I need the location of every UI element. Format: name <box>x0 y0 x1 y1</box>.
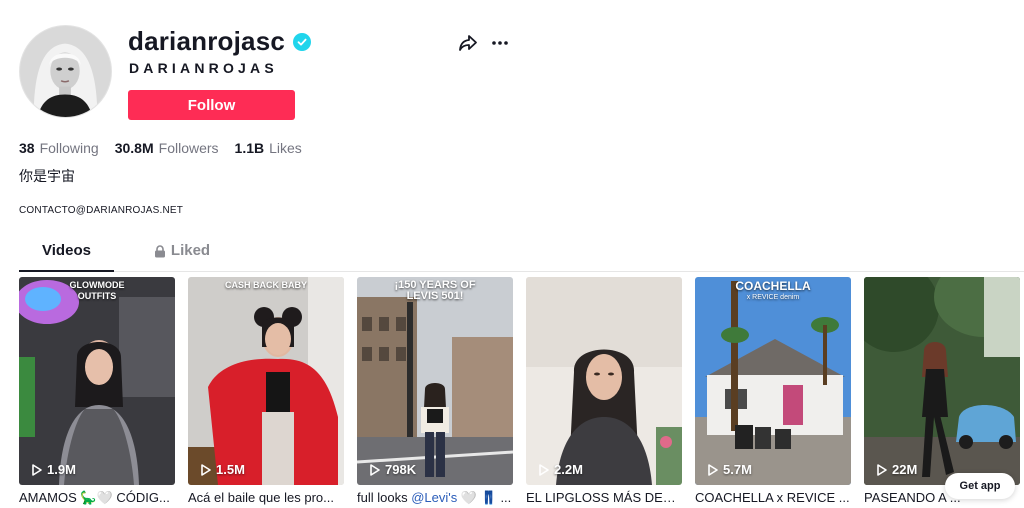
view-count: 2.2M <box>539 462 583 477</box>
video-thumbnail[interactable]: COACHELLA x REVICE denim 5.7M <box>695 277 851 485</box>
active-tab-indicator <box>19 270 114 272</box>
play-icon <box>708 463 718 476</box>
video-thumbnail[interactable]: CASH BACK BABY 1.5M <box>188 277 344 485</box>
video-overlay-text: COACHELLA x REVICE denim <box>735 279 811 301</box>
tab-liked[interactable]: Liked <box>137 242 227 272</box>
video-thumbnail[interactable]: 22M <box>864 277 1020 485</box>
view-count: 1.9M <box>32 462 76 477</box>
video-card[interactable]: ¡150 YEARS OF LEVIS 501! 798K full looks… <box>357 277 513 506</box>
stat-following[interactable]: 38 Following <box>19 140 99 156</box>
tab-label: Videos <box>42 242 91 259</box>
stat-label: Likes <box>269 140 302 156</box>
view-count: 1.5M <box>201 462 245 477</box>
play-icon <box>370 463 380 476</box>
avatar[interactable] <box>19 25 112 118</box>
video-thumbnail[interactable]: 2.2M <box>526 277 682 485</box>
username: darianrojasc <box>128 26 286 56</box>
view-count: 22M <box>877 462 917 477</box>
stat-value: 1.1B <box>234 140 265 156</box>
view-count: 798K <box>370 462 416 477</box>
video-card[interactable]: 22M PASEANDO A ... <box>864 277 1020 505</box>
video-caption[interactable]: AMAMOS 🦕🤍 CÓDIG... <box>19 490 175 506</box>
tab-label: Liked <box>170 242 211 259</box>
stat-value: 30.8M <box>114 140 154 156</box>
view-count: 5.7M <box>708 462 752 477</box>
tab-videos[interactable]: Videos <box>19 242 114 272</box>
stat-value: 38 <box>19 140 35 156</box>
nickname: DARIANROJAS <box>129 60 278 76</box>
video-caption[interactable]: full looks @Levi's 🤍 👖 ... <box>357 490 513 506</box>
play-icon <box>32 463 42 476</box>
mention-link[interactable]: @Levi's <box>411 490 457 505</box>
video-overlay-text: CASH BACK BABY <box>224 280 307 290</box>
stat-likes: 1.1B Likes <box>235 140 302 156</box>
video-caption[interactable]: EL LIPGLOSS MÁS DELI ... <box>526 490 682 505</box>
stat-label: Followers <box>158 140 219 156</box>
profile-tabs: Videos Liked <box>19 242 1024 272</box>
bio-text: 你是宇宙 <box>19 168 75 184</box>
video-card[interactable]: GLOWMODE OUTFITS 1.9M AMAMOS 🦕🤍 CÓDIG... <box>19 277 175 506</box>
video-card[interactable]: CASH BACK BABY 1.5M Acá el baile que les… <box>188 277 344 505</box>
stat-label: Following <box>39 140 99 156</box>
verified-badge-icon <box>293 32 312 51</box>
share-icon[interactable] <box>458 33 478 53</box>
video-card[interactable]: COACHELLA x REVICE denim 5.7M COACHELLA … <box>695 277 851 505</box>
play-icon <box>201 463 211 476</box>
video-thumbnail[interactable]: ¡150 YEARS OF LEVIS 501! 798K <box>357 277 513 485</box>
get-app-button[interactable]: Get app <box>945 473 1015 499</box>
video-overlay-text: GLOWMODE OUTFITS <box>69 280 125 301</box>
video-overlay-text: ¡150 YEARS OF LEVIS 501! <box>394 279 476 302</box>
video-caption[interactable]: Acá el baile que les pro... <box>188 490 344 505</box>
more-options-icon[interactable] <box>490 33 510 53</box>
play-icon <box>539 463 549 476</box>
profile-stats: 38 Following 30.8M Followers 1.1B Likes <box>19 140 302 156</box>
play-icon <box>877 463 887 476</box>
video-caption[interactable]: COACHELLA x REVICE ... <box>695 490 851 505</box>
video-card[interactable]: 2.2M EL LIPGLOSS MÁS DELI ... <box>526 277 682 505</box>
lock-icon <box>154 242 166 262</box>
video-thumbnail[interactable]: GLOWMODE OUTFITS 1.9M <box>19 277 175 485</box>
bio-contact: CONTACTO@DARIANROJAS.NET <box>19 205 184 216</box>
follow-button[interactable]: Follow <box>128 90 295 120</box>
stat-followers[interactable]: 30.8M Followers <box>115 140 219 156</box>
